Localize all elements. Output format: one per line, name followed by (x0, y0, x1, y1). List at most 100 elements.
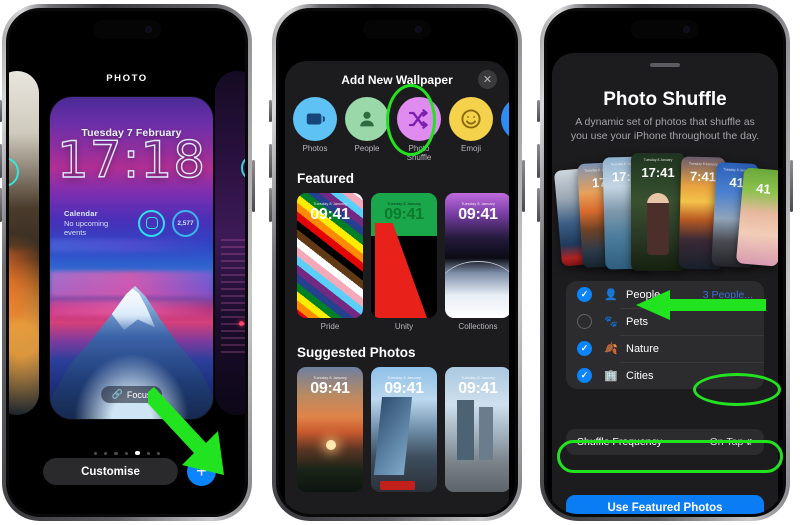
fan-photo-center[interactable]: Tuesday 8 January 17:41 (631, 153, 685, 271)
lock-time: 17:18 (56, 131, 207, 189)
category-photos[interactable]: Photos (293, 97, 337, 163)
mute-switch[interactable] (537, 100, 540, 122)
wallpaper-thumb-unity[interactable]: Tuesday 8 January 09:41 (371, 193, 437, 318)
photo-shuffle-sheet: Photo Shuffle A dynamic set of photos th… (552, 53, 778, 514)
section-heading-suggested: Suggested Photos (297, 345, 416, 360)
alarm-widget[interactable] (138, 209, 165, 237)
sheet-subtitle: A dynamic set of photos that shuffle as … (570, 116, 760, 143)
steps-widget[interactable]: 2,577 (172, 209, 199, 237)
phone-2-add-wallpaper: Add New Wallpaper ✕ Photos People Photo … (269, 4, 525, 521)
photo-fan-preview[interactable]: Tuesday 8 January 17 Tuesday 8 January 1… (552, 153, 778, 271)
sheet-title: Photo Shuffle (603, 89, 727, 110)
wallpaper-thumb-collections[interactable]: Tuesday 8 January 09:41 (445, 193, 509, 318)
checkbox-checked[interactable]: ✓ (577, 287, 592, 302)
lock-screen-carousel[interactable]: PHOTO Tuesday 7 February 17:18 Calendar (9, 11, 245, 514)
volume-up-button[interactable] (0, 144, 2, 178)
suggested-thumbnails-row[interactable]: Tuesday 8 January 09:41 Tuesday 8 Januar… (297, 367, 509, 492)
previous-wallpaper-preview[interactable] (9, 71, 39, 415)
wallpaper-thumb-city-2[interactable]: Tuesday 8 January 09:41 (445, 367, 509, 492)
shuffle-frequency-value[interactable]: On Tap ⇵ (710, 436, 753, 448)
category-photo-shuffle[interactable]: Photo Shuffle (397, 97, 441, 163)
fan-photo[interactable]: 41 (735, 167, 778, 267)
option-row-nature[interactable]: ✓ 🍂 Nature (566, 335, 764, 362)
volume-up-button[interactable] (537, 144, 540, 178)
checkbox-checked[interactable]: ✓ (577, 341, 592, 356)
page-dot[interactable] (114, 451, 118, 455)
volume-down-button[interactable] (0, 188, 2, 222)
mute-switch[interactable] (269, 100, 272, 122)
dynamic-island (93, 20, 161, 39)
lock-widgets-row[interactable]: Calendar No upcoming events 2,577 (64, 209, 199, 237)
add-wallpaper-plus-button[interactable]: + (187, 457, 216, 486)
option-row-cities[interactable]: ✓ 🏢 Cities (566, 362, 764, 389)
power-button[interactable] (252, 160, 255, 212)
page-dot[interactable] (104, 451, 108, 455)
use-featured-photos-button[interactable]: Use Featured Photos (566, 495, 764, 514)
page-dot[interactable] (146, 451, 150, 455)
thumb-label: Unity (394, 322, 414, 331)
calendar-widget-title: Calendar (64, 209, 98, 218)
power-button[interactable] (522, 160, 525, 212)
category-weather[interactable]: Weathe (501, 97, 509, 163)
category-label: Photos (302, 144, 328, 153)
option-row-people[interactable]: ✓ 👤 People 3 People... (566, 281, 764, 308)
shuffle-frequency-label: Shuffle Frequency (577, 436, 663, 448)
category-emoji[interactable]: Emoji (449, 97, 493, 163)
checkbox-checked[interactable]: ✓ (577, 368, 592, 383)
page-dot[interactable] (124, 451, 129, 455)
close-button[interactable]: ✕ (478, 70, 497, 89)
fan-time: 41 (755, 180, 772, 197)
calendar-widget-subtitle: No upcoming events (64, 219, 109, 237)
building-icon: 🏢 (604, 370, 618, 382)
paw-icon: 🐾 (604, 316, 618, 328)
checkbox-unchecked[interactable]: ✓ (577, 314, 592, 329)
wallpaper-thumb-sunset[interactable]: Tuesday 8 January 09:41 (297, 367, 363, 492)
sheet-grabber[interactable] (650, 63, 680, 67)
close-icon: ✕ (482, 74, 493, 86)
plus-icon: + (195, 461, 208, 482)
option-row-pets[interactable]: ✓ 🐾 Pets (566, 308, 764, 335)
section-heading-featured: Featured (297, 171, 355, 186)
sheet-title: Add New Wallpaper (341, 73, 453, 87)
steps-widget-value: 2,577 (177, 219, 194, 227)
thumb-time: 09:41 (458, 380, 498, 397)
person-icon (345, 97, 389, 141)
dynamic-island (631, 20, 699, 39)
calendar-widget[interactable]: Calendar No upcoming events (64, 209, 131, 237)
page-dot-active[interactable] (135, 451, 140, 456)
customise-button[interactable]: Customise (43, 458, 178, 485)
volume-down-button[interactable] (269, 188, 272, 222)
smiley-icon (449, 97, 493, 141)
thumb-label: Pride (320, 322, 340, 331)
category-people[interactable]: People (345, 97, 389, 163)
fan-time: 17:41 (641, 165, 675, 180)
power-button[interactable] (790, 160, 793, 212)
person-icon: 👤 (604, 289, 618, 301)
option-label: Cities (626, 369, 654, 382)
volume-up-button[interactable] (269, 144, 272, 178)
thumb-time: 09:41 (384, 206, 424, 223)
wallpaper-thumb-pride[interactable]: Tuesday 8 January 09:41 (297, 193, 363, 318)
page-dot[interactable] (156, 451, 161, 455)
dynamic-island (363, 20, 431, 39)
page-indicator-dots[interactable] (9, 451, 245, 456)
volume-down-button[interactable] (537, 188, 540, 222)
photo-category-list[interactable]: ✓ 👤 People 3 People... ✓ 🐾 Pets (566, 281, 764, 389)
updown-chevron-icon: ⇵ (746, 437, 753, 447)
shuffle-frequency-row[interactable]: Shuffle Frequency On Tap ⇵ (566, 429, 764, 455)
featured-thumbnails-row[interactable]: Tuesday 8 January 09:41 Pride Tuesday 8 … (297, 193, 509, 331)
weather-icon (501, 97, 509, 141)
link-icon: 🔗 (111, 389, 123, 399)
next-wallpaper-preview[interactable] (215, 71, 245, 415)
wallpaper-thumb-city-1[interactable]: Tuesday 8 January 09:41 (371, 367, 437, 492)
category-label: People (354, 144, 380, 153)
category-label: Weathe (501, 145, 509, 154)
option-value[interactable]: 3 People... (703, 289, 753, 301)
page-dot[interactable] (93, 451, 98, 455)
thumb-time: 09:41 (458, 206, 498, 223)
mute-switch[interactable] (0, 100, 2, 122)
fan-date: Tuesday 8 January (643, 158, 673, 162)
category-row[interactable]: Photos People Photo Shuffle Emoji (293, 97, 509, 163)
focus-pill[interactable]: 🔗 Focus (100, 386, 163, 403)
current-wallpaper-preview[interactable]: Tuesday 7 February 17:18 Calendar No upc… (50, 97, 213, 419)
